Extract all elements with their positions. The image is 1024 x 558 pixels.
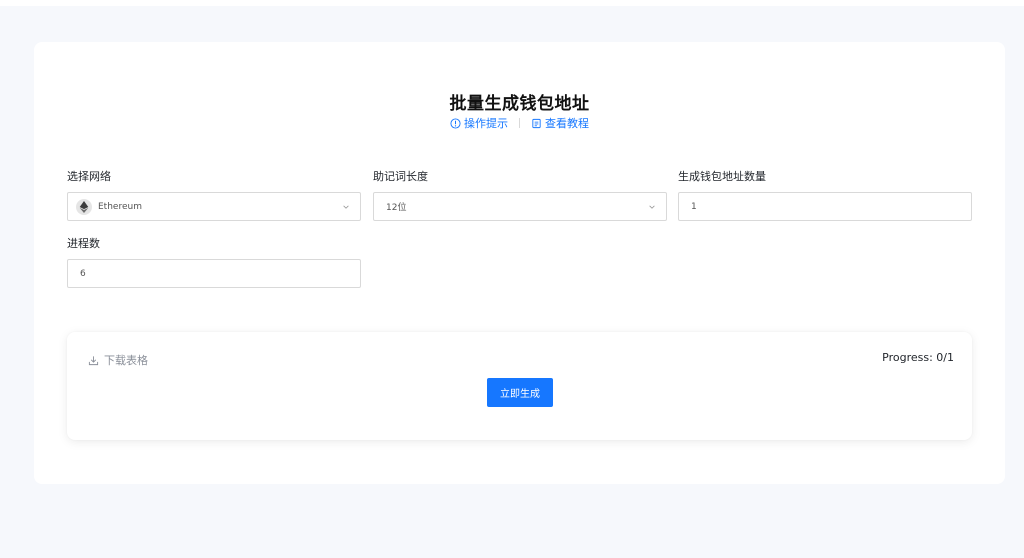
document-icon xyxy=(532,118,541,128)
address-count-label: 生成钱包地址数量 xyxy=(678,170,766,183)
generate-button[interactable]: 立即生成 xyxy=(487,378,553,407)
tutorial-link[interactable]: 查看教程 xyxy=(531,115,589,131)
mnemonic-length-field: 助记词长度 12位 xyxy=(373,171,667,221)
network-value: Ethereum xyxy=(98,201,142,212)
address-count-input[interactable]: 1 xyxy=(678,192,972,221)
download-icon xyxy=(88,355,99,365)
process-count-field: 进程数 6 xyxy=(67,238,361,288)
network-select[interactable]: Ethereum xyxy=(67,192,361,221)
link-divider xyxy=(519,118,520,128)
tutorial-link-label: 查看教程 xyxy=(545,117,589,130)
mnemonic-length-label: 助记词长度 xyxy=(373,170,428,183)
chevron-down-icon xyxy=(649,205,655,209)
page-title: 批量生成钱包地址 xyxy=(449,94,590,114)
progress-text: Progress: 0/1 xyxy=(882,351,954,364)
info-circle-icon xyxy=(450,117,461,129)
address-count-field: 生成钱包地址数量 1 xyxy=(678,171,972,221)
generate-panel: 下载表格 Progress: 0/1 立即生成 xyxy=(67,332,972,440)
network-field: 选择网络 Ethereum xyxy=(67,171,361,221)
process-count-input[interactable]: 6 xyxy=(67,259,361,288)
top-band xyxy=(0,0,1024,6)
mnemonic-length-select[interactable]: 12位 xyxy=(373,192,667,221)
mnemonic-length-value: 12位 xyxy=(386,203,407,213)
process-count-value: 6 xyxy=(80,268,86,279)
download-table-label: 下载表格 xyxy=(104,354,148,367)
main-card: 批量生成钱包地址 操作提示 查看教程 选择网络 Ethereum 助记词长度 1… xyxy=(34,42,1005,484)
download-table-button[interactable]: 下载表格 xyxy=(88,352,148,368)
process-count-label: 进程数 xyxy=(67,237,100,250)
header-links: 操作提示 查看教程 xyxy=(34,115,1005,131)
page: 批量生成钱包地址 操作提示 查看教程 选择网络 Ethereum 助记词长度 1… xyxy=(0,0,1024,558)
network-label: 选择网络 xyxy=(67,170,111,183)
chevron-down-icon xyxy=(343,205,349,209)
tips-link-label: 操作提示 xyxy=(464,117,508,130)
ethereum-logo-icon xyxy=(76,198,92,215)
address-count-value: 1 xyxy=(691,201,697,212)
tips-link[interactable]: 操作提示 xyxy=(450,115,508,131)
